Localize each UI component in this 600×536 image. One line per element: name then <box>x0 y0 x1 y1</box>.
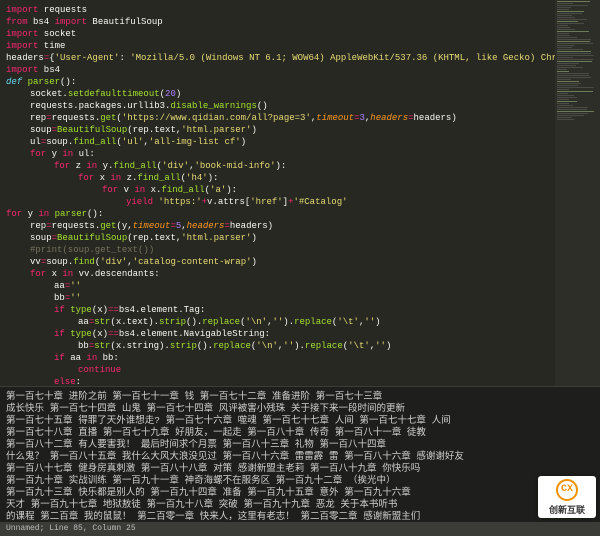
code-line[interactable]: requests.packages.urllib3.disable_warnin… <box>6 100 549 112</box>
code-line[interactable]: if aa in bb: <box>6 352 549 364</box>
code-line[interactable]: soup=BeautifulSoup(rep.text,'html.parser… <box>6 124 549 136</box>
minimap[interactable] <box>555 0 600 386</box>
status-bar: Unnamed; Line 85, Column 25 <box>0 522 600 536</box>
output-line: 第一百七十五章 得罪了天外谁想走? 第一百七十六章 噬魂 第一百七十七章 人间 … <box>6 415 594 427</box>
code-line[interactable]: for y in parser(): <box>6 208 549 220</box>
watermark-icon: CX <box>556 479 578 501</box>
code-line[interactable]: yield 'https:'+v.attrs['href']+'#Catalog… <box>6 196 549 208</box>
output-panel[interactable]: 第一百七十章 进阶之前 第一百七十一章 钱 第一百七十二章 准备进阶 第一百七十… <box>0 386 600 522</box>
output-line: 第一百九十章 实战训练 第一百九十一章 神奇海螺不在服务区 第一百九十二章 （挨… <box>6 475 594 487</box>
code-line[interactable]: for x in z.find_all('h4'): <box>6 172 549 184</box>
code-line[interactable]: #print(soup.get_text()) <box>6 244 549 256</box>
output-line: 什么鬼？ 第一百八十五章 我什么大风大浪没见过 第一百八十六章 雷雷霹 雷 第一… <box>6 451 594 463</box>
code-line[interactable]: vv=soup.find('div','catalog-content-wrap… <box>6 256 549 268</box>
code-line[interactable]: from bs4 import BeautifulSoup <box>6 16 549 28</box>
code-line[interactable]: if type(x)==bs4.element.Tag: <box>6 304 549 316</box>
code-line[interactable]: rep=requests.get('https://www.qidian.com… <box>6 112 549 124</box>
code-line[interactable]: import socket <box>6 28 549 40</box>
watermark-label: 创新互联 <box>549 503 585 516</box>
code-line[interactable]: import bs4 <box>6 64 549 76</box>
code-line[interactable]: continue <box>6 364 549 376</box>
output-line: 天才 第一百九十七章 地狱敖徒 第一百九十八章 突破 第一百九十九章 恶龙 关于… <box>6 499 594 511</box>
code-line[interactable]: soup=BeautifulSoup(rep.text,'html.parser… <box>6 232 549 244</box>
code-line[interactable]: aa='' <box>6 280 549 292</box>
output-line: 第一百七十章 进阶之前 第一百七十一章 钱 第一百七十二章 准备进阶 第一百七十… <box>6 391 594 403</box>
code-line[interactable]: import time <box>6 40 549 52</box>
output-line: 第一百八十七章 健身房真刺激 第一百八十八章 对策 感谢新盟主老莉 第一百八十九… <box>6 463 594 475</box>
code-line[interactable]: for z in y.find_all('div','book-mid-info… <box>6 160 549 172</box>
output-line: 成长快乐 第一百七十四章 山鬼 第一百七十四章 风评被害小残珠 关于接下来一段时… <box>6 403 594 415</box>
code-line[interactable]: headers={'User-Agent': 'Mozilla/5.0 (Win… <box>6 52 549 64</box>
code-line[interactable]: for x in vv.descendants: <box>6 268 549 280</box>
code-line[interactable]: bb=str(x.string).strip().replace('\n',''… <box>6 340 549 352</box>
code-line[interactable]: for v in x.find_all('a'): <box>6 184 549 196</box>
code-line[interactable]: def parser(): <box>6 76 549 88</box>
watermark-badge: CX 创新互联 <box>538 476 596 518</box>
code-line[interactable]: aa=str(x.text).strip().replace('\n','').… <box>6 316 549 328</box>
status-text: Unnamed; Line 85, Column 25 <box>6 524 136 533</box>
code-line[interactable]: rep=requests.get(y,timeout=5,headers=hea… <box>6 220 549 232</box>
code-line[interactable]: if type(x)==bs4.element.NavigableString: <box>6 328 549 340</box>
output-line: 第一百九十三章 快乐都是别人的 第一百九十四章 准备 第一百九十五章 意外 第一… <box>6 487 594 499</box>
code-editor[interactable]: import requestsfrom bs4 import Beautiful… <box>0 0 555 386</box>
code-line[interactable]: import requests <box>6 4 549 16</box>
output-line: 的课程 第二百章 我的鼠鼠！ 第二百零一章 快来人，这里有老志！ 第二百零二章 … <box>6 511 594 522</box>
code-line[interactable]: ul=soup.find_all('ul','all-img-list cf') <box>6 136 549 148</box>
code-line[interactable]: socket.setdefaulttimeout(20) <box>6 88 549 100</box>
code-line[interactable]: bb='' <box>6 292 549 304</box>
output-line: 第一百七十八章 直播 第一百七十九章 好朋友，一起走 第一百八十章 传奇 第一百… <box>6 427 594 439</box>
code-line[interactable]: for y in ul: <box>6 148 549 160</box>
output-line: 第一百八十二章 有人要害我！ 最后时间求个月票 第一百八十三章 礼物 第一百八十… <box>6 439 594 451</box>
